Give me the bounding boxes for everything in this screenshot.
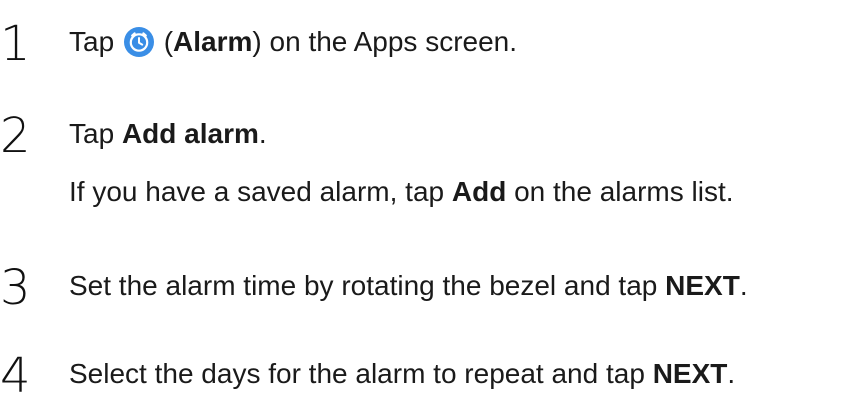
note-text: If you have a saved alarm, tap [69,176,452,207]
button-label-next: NEXT [652,358,728,389]
instruction-text: Select the days for the alarm to repeat … [69,358,653,389]
button-label-add-alarm: Add alarm [121,118,259,149]
instruction-text: ) on the Apps screen. [252,26,518,57]
step-number: 3 [0,260,31,316]
instruction-text: ( [155,26,174,57]
app-name: Alarm [173,26,253,57]
instruction-text: . [727,358,736,389]
note-text: on the alarms list. [506,176,734,207]
step-instruction: Set the alarm time by rotating the bezel… [69,270,748,302]
button-label-next: NEXT [665,270,740,301]
step-number: 1 [0,16,31,72]
step-instruction: Tap (Alarm) on the Apps screen. [69,26,517,58]
step-instruction: Select the days for the alarm to repeat … [69,358,735,390]
instruction-text: . [739,270,748,301]
instruction-text: Tap [69,26,122,57]
instruction-text: . [258,118,267,149]
step-number: 2 [0,108,31,164]
button-label-add: Add [451,176,507,207]
instruction-text: Set the alarm time by rotating the bezel… [69,270,666,301]
step-note: If you have a saved alarm, tap Add on th… [69,176,734,208]
instruction-text: Tap [69,118,122,149]
alarm-clock-icon [123,27,154,57]
step-number: 4 [0,348,31,404]
step-instruction: Tap Add alarm. [69,118,267,150]
